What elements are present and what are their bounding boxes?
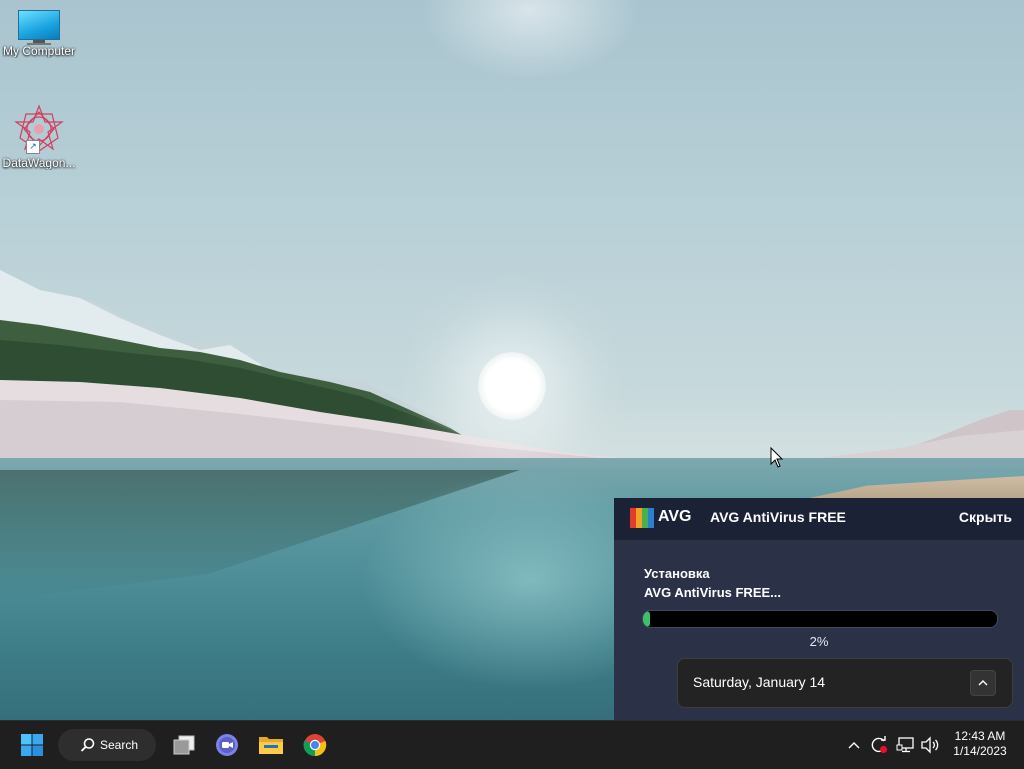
tray-sync-button[interactable] [868, 729, 890, 761]
sun [478, 352, 546, 420]
chrome-icon [303, 734, 327, 757]
install-progress-fill [643, 611, 651, 627]
monitor-icon [18, 10, 60, 45]
clock-date: 1/14/2023 [953, 744, 1007, 758]
show-hidden-icons-button[interactable] [844, 729, 864, 761]
chevron-up-icon [848, 742, 860, 749]
desktop-icon-my-computer[interactable]: My Computer [0, 10, 78, 58]
desktop-icon-label: DataWagon... [2, 156, 76, 170]
install-status-text: Установка AVG AntiVirus FREE... [644, 564, 781, 602]
network-icon [896, 737, 914, 753]
calendar-date-text: Saturday, January 14 [693, 674, 826, 690]
datawagon-icon: ↗ [14, 104, 64, 154]
desktop-icon-datawagon[interactable]: ↗ DataWagon... [0, 104, 78, 170]
start-button[interactable] [14, 729, 50, 761]
taskbar-clock[interactable]: 12:43 AM 1/14/2023 [948, 729, 1012, 759]
install-progress-bar [642, 610, 998, 628]
volume-button[interactable] [919, 729, 941, 761]
search-icon [80, 738, 95, 752]
sync-alert-icon [871, 736, 888, 754]
chrome-button[interactable] [299, 729, 331, 761]
chevron-up-icon [978, 680, 988, 686]
desktop-icon-label: My Computer [2, 44, 76, 58]
task-view-icon [173, 735, 195, 755]
avg-logo: AVG [630, 506, 692, 530]
avg-notification-header: AVG AVG AntiVirus FREE Скрыть [614, 498, 1024, 540]
mouse-cursor-icon [770, 447, 784, 468]
avg-logo-text: AVG [658, 508, 692, 525]
task-view-button[interactable] [168, 729, 200, 761]
search-label: Search [100, 738, 139, 752]
taskbar-search-button[interactable]: Search [58, 729, 156, 761]
volume-icon [921, 736, 939, 754]
taskbar: Search 12:43 AM 1/14/2023 [0, 720, 1024, 769]
file-explorer-button[interactable] [255, 729, 287, 761]
install-status-line2: AVG AntiVirus FREE... [644, 585, 782, 600]
folder-icon [259, 737, 283, 754]
shortcut-arrow-icon: ↗ [26, 140, 40, 154]
calendar-flyout: Saturday, January 14 [677, 658, 1013, 708]
install-status-line1: Установка [644, 566, 710, 581]
hide-button[interactable]: Скрыть [959, 509, 1012, 525]
avg-notification-title: AVG AntiVirus FREE [710, 509, 846, 525]
teams-chat-icon [216, 734, 238, 756]
windows-logo-icon [21, 734, 43, 756]
calendar-expand-button[interactable] [970, 670, 996, 696]
chat-button[interactable] [211, 729, 243, 761]
install-progress-percent: 2% [809, 634, 829, 649]
network-button[interactable] [895, 729, 917, 761]
clock-time: 12:43 AM [954, 729, 1006, 743]
